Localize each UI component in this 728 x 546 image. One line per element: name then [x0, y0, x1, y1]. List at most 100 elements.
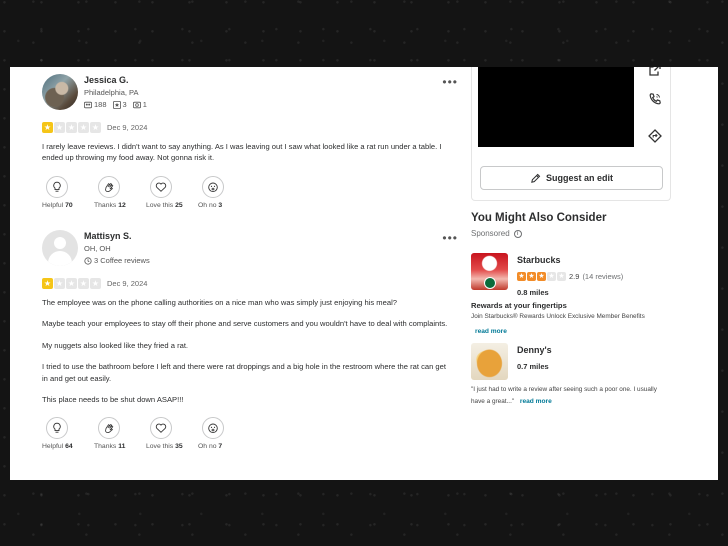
- star-icon: [90, 277, 101, 290]
- review-text: The employee was on the phone calling au…: [42, 297, 452, 405]
- review-card: Jessica G. Philadelphia, PA 188 3 1 ••• …: [42, 74, 457, 209]
- quote-text: "I just had to write a review after seei…: [471, 386, 657, 406]
- reaction-bar: Helpful 70 Thanks 12 Love this 25 Oh no …: [42, 175, 452, 209]
- review-count[interactable]: (14 reviews): [582, 272, 623, 281]
- reaction-count: 25: [175, 201, 183, 209]
- reaction-label: Oh no: [198, 443, 217, 451]
- reaction-love[interactable]: Love this 35: [146, 417, 183, 451]
- promo-block: Rewards at your fingertips Join Starbuck…: [471, 301, 675, 338]
- review-rating: Dec 9, 2024: [42, 121, 452, 134]
- review-paragraph: My nuggets also looked like they fried a…: [42, 340, 189, 350]
- star-icon: [78, 277, 89, 290]
- reaction-thanks[interactable]: Thanks 11: [94, 417, 130, 450]
- business-distance: 0.8 miles: [517, 288, 549, 297]
- reviewer-location: Philadelphia, PA: [84, 88, 139, 97]
- heart-icon: [155, 182, 167, 192]
- reviewer-name[interactable]: Mattisyn S.: [84, 231, 150, 241]
- star-icon: [78, 121, 89, 134]
- photo-icon: [132, 101, 141, 108]
- category-reviews-text: 3 Coffee reviews: [94, 256, 150, 265]
- star-rating: [42, 121, 101, 134]
- review-star-icon: [112, 100, 121, 109]
- reaction-label: Helpful: [42, 201, 64, 209]
- oh-no-button[interactable]: [202, 417, 224, 440]
- consider-heading: You Might Also Consider: [471, 212, 607, 224]
- thanks-button[interactable]: [98, 417, 120, 440]
- reaction-label: Love this: [146, 201, 174, 209]
- reaction-bar: Helpful 64 Thanks 11 Love this 35 Oh no …: [42, 417, 452, 450]
- star-icon: [90, 121, 101, 134]
- screenshot-panel: Jessica G. Philadelphia, PA 188 3 1 ••• …: [10, 67, 718, 480]
- photos-stat: 1: [132, 100, 147, 109]
- photos-count: 1: [142, 100, 147, 109]
- review-card: Mattisyn S. OH, OH 3 Coffee reviews •••: [42, 230, 457, 450]
- clock-icon: [84, 256, 92, 265]
- suggest-edit-button[interactable]: Suggest an edit: [480, 166, 663, 190]
- reviewer-info: Jessica G. Philadelphia, PA 188 3 1: [84, 75, 147, 109]
- suggest-edit-label: Suggest an edit: [545, 173, 613, 183]
- reaction-helpful[interactable]: Helpful 70: [42, 175, 78, 209]
- oh-no-label: Oh no 3: [198, 202, 234, 209]
- love-this-label: Love this 25: [146, 201, 183, 209]
- business-details: Starbucks 2.9 (14 reviews) 0.8 miles: [517, 255, 675, 297]
- info-icon[interactable]: i: [513, 229, 522, 238]
- reaction-count: 11: [118, 443, 126, 451]
- thanks-label: Thanks 11: [94, 443, 130, 450]
- reaction-oh-no[interactable]: Oh no 7: [198, 417, 234, 450]
- oh-no-button[interactable]: [202, 175, 224, 198]
- promo-text: Join Starbucks® Rewards Unlock Exclusive…: [471, 313, 645, 320]
- oh-no-icon: [208, 423, 218, 434]
- sidebar: Suggest an edit You Might Also Consider …: [471, 67, 675, 480]
- avatar[interactable]: [42, 74, 78, 110]
- directions-icon[interactable]: [648, 129, 662, 143]
- reaction-label: Love this: [146, 443, 174, 451]
- reviewer-location: OH, OH: [84, 244, 111, 253]
- business-name[interactable]: Starbucks: [517, 255, 675, 265]
- external-link-icon[interactable]: [648, 67, 662, 77]
- clap-icon: [105, 182, 114, 192]
- default-avatar-head: [54, 237, 66, 249]
- reaction-count: 64: [65, 443, 73, 451]
- review-date: Dec 9, 2024: [107, 123, 148, 132]
- love-this-button[interactable]: [150, 417, 172, 440]
- star-icon: [547, 271, 556, 282]
- default-avatar-body: [48, 251, 72, 266]
- friends-icon: [84, 101, 92, 108]
- phone-icon[interactable]: [648, 92, 662, 106]
- star-icon: [66, 277, 77, 290]
- business-rating: 2.9 (14 reviews): [517, 271, 675, 282]
- business-photo[interactable]: [471, 343, 508, 380]
- reviewer-stats: 188 3 1: [84, 100, 147, 109]
- review-paragraph: I tried to use the bathroom before I lef…: [42, 362, 446, 383]
- more-options-icon[interactable]: •••: [442, 232, 458, 244]
- reviewer-name[interactable]: Jessica G.: [84, 75, 147, 85]
- lightbulb-icon: [53, 423, 61, 434]
- reaction-label: Thanks: [94, 443, 117, 451]
- reviewer-header: Mattisyn S. OH, OH 3 Coffee reviews •••: [42, 230, 457, 268]
- love-this-button[interactable]: [150, 175, 172, 198]
- helpful-button[interactable]: [46, 417, 68, 440]
- helpful-button[interactable]: [46, 175, 68, 198]
- star-icon: [537, 271, 546, 282]
- reaction-count: 3: [218, 201, 223, 209]
- redacted-block: [478, 67, 634, 147]
- avatar[interactable]: [42, 230, 78, 266]
- review-rating: Dec 9, 2024: [42, 277, 452, 290]
- business-name[interactable]: Denny's: [517, 345, 675, 355]
- thanks-button[interactable]: [98, 175, 120, 198]
- category-reviews-stat: 3 Coffee reviews: [84, 256, 150, 265]
- reaction-love[interactable]: Love this 25: [146, 175, 183, 209]
- reaction-count: 35: [175, 443, 183, 451]
- oh-no-icon: [208, 182, 218, 192]
- business-photo[interactable]: [471, 253, 508, 290]
- reaction-oh-no[interactable]: Oh no 3: [198, 175, 234, 209]
- star-icon: [557, 271, 566, 282]
- read-more-link[interactable]: read more: [475, 328, 507, 335]
- review-paragraph: Maybe teach your employees to stay off t…: [42, 319, 448, 329]
- reaction-helpful[interactable]: Helpful 64: [42, 417, 78, 450]
- reaction-thanks[interactable]: Thanks 12: [94, 175, 130, 209]
- review-paragraph: The employee was on the phone calling au…: [42, 298, 397, 307]
- more-options-icon[interactable]: •••: [442, 76, 458, 88]
- reviews-count: 3: [122, 100, 127, 109]
- read-more-link[interactable]: read more: [520, 397, 552, 406]
